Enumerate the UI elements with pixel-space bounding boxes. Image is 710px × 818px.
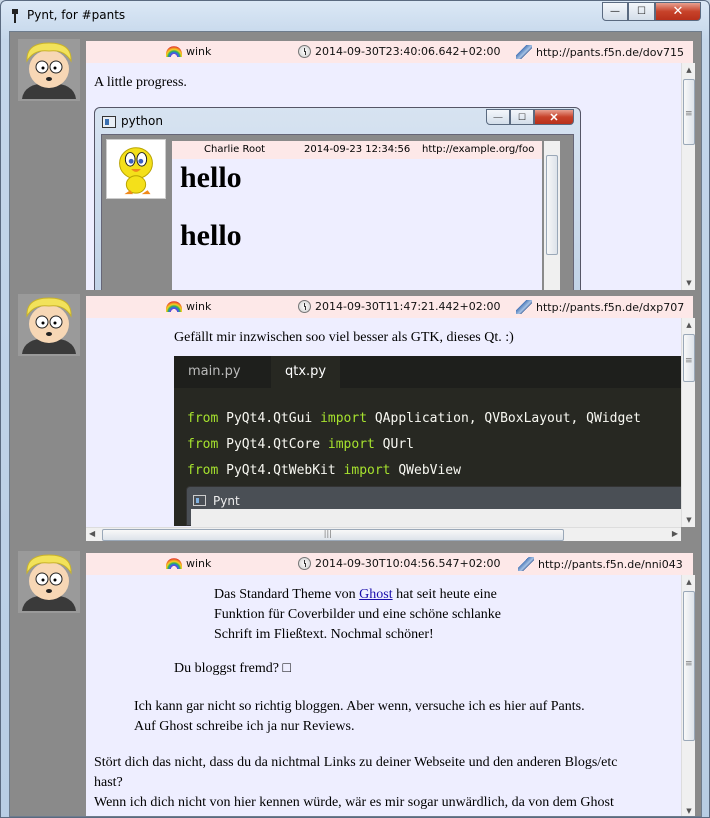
feather-icon [516, 300, 532, 314]
embedded-scrollbar [544, 141, 560, 290]
post-link[interactable]: http://pants.f5n.de/dxp707 [516, 300, 684, 314]
embedded-url: http://example.org/foo [422, 144, 535, 155]
hello-heading: hello [180, 219, 242, 252]
scroll-thumb[interactable] [683, 79, 695, 145]
avatar[interactable] [18, 39, 80, 101]
code-line: from PyQt4.QtCore import QUrl [187, 437, 414, 452]
post-text: Stört dich das nicht, dass du da nichtma… [94, 755, 618, 810]
close-button[interactable]: ✕ [655, 2, 701, 21]
post-url: http://pants.f5n.de/nni043 [538, 557, 683, 571]
embedded-author: Charlie Root [204, 144, 266, 155]
embedded-content: hello hello [172, 159, 542, 290]
author[interactable]: wink [166, 557, 211, 570]
post-url: http://pants.f5n.de/dov715 [536, 45, 684, 59]
ghost-link[interactable]: Ghost [359, 587, 392, 602]
author[interactable]: wink [166, 300, 211, 313]
inner-window: Pynt [186, 486, 681, 527]
embedded-timestamp: 2014-09-23 12:34:56 [304, 144, 411, 155]
embedded-client: Charlie Root 2014-09-23 12:34:56 http://… [101, 134, 574, 290]
maximize-icon: ☐ [510, 109, 534, 125]
timestamp-text: 2014-09-30T23:40:06.642+02:00 [315, 45, 501, 58]
scroll-left-icon[interactable]: ◀ [89, 529, 95, 538]
embedded-post-header: Charlie Root 2014-09-23 12:34:56 http://… [172, 141, 542, 159]
minimize-button[interactable]: — [602, 2, 628, 21]
main-window: Pynt, for #pants — ☐ ✕ wink 2014-09-30T2… [0, 0, 710, 818]
author-name: wink [186, 557, 212, 570]
post-content: Gefällt mir inzwischen soo viel besser a… [86, 318, 681, 527]
post-link[interactable]: http://pants.f5n.de/dov715 [516, 45, 684, 59]
blockquote-3: Ich kann gar nicht so richtig bloggen. A… [134, 699, 585, 734]
close-icon: ✕ [534, 109, 574, 125]
post-content: Das Standard Theme von Ghost hat seit he… [86, 575, 681, 816]
post-url: http://pants.f5n.de/dxp707 [536, 300, 685, 314]
window-title: Pynt, for #pants [27, 8, 126, 22]
clock-icon [298, 557, 311, 570]
code-line: from PyQt4.QtGui import QApplication, QV… [187, 411, 641, 426]
post-header: wink 2014-09-30T10:04:56.547+02:00 http:… [86, 553, 693, 575]
author[interactable]: wink [166, 45, 211, 58]
post-text: A little progress. [94, 75, 187, 90]
code-screenshot: main.py qtx.py from PyQt4.QtGui import Q… [174, 356, 681, 527]
feather-icon [516, 45, 532, 59]
horizontal-scrollbar[interactable]: ◀ ▶ [86, 527, 681, 541]
avatar[interactable] [18, 294, 80, 356]
app-icon [11, 9, 19, 23]
author-name: wink [186, 300, 212, 313]
scroll-thumb[interactable] [102, 529, 564, 541]
avatar[interactable] [18, 551, 80, 613]
clock-icon [298, 300, 311, 313]
rainbow-icon [166, 301, 182, 312]
maximize-button[interactable]: ☐ [628, 2, 655, 21]
timestamp: 2014-09-30T23:40:06.642+02:00 [298, 45, 500, 58]
timestamp-text: 2014-09-30T11:47:21.442+02:00 [315, 300, 501, 313]
minimize-icon: — [486, 109, 510, 125]
hello-heading: hello [180, 161, 242, 194]
tweety-avatar [106, 139, 166, 199]
blockquote-2: Du bloggst fremd? □ [174, 661, 291, 676]
scroll-up-icon[interactable]: ▲ [684, 577, 694, 587]
post-link[interactable]: http://pants.f5n.de/nni043 [518, 557, 683, 571]
vertical-scrollbar[interactable]: ▲ ▼ [681, 318, 695, 527]
embedded-screenshot: python — ☐ ✕ Charlie Root 2014-09-23 12:… [94, 107, 581, 290]
scroll-up-icon[interactable]: ▲ [684, 65, 694, 75]
post-2: wink 2014-09-30T11:47:21.442+02:00 http:… [10, 287, 701, 544]
title-bar[interactable]: Pynt, for #pants — ☐ ✕ [1, 1, 709, 31]
author-name: wink [186, 45, 212, 58]
timestamp: 2014-09-30T10:04:56.547+02:00 [298, 557, 500, 570]
feather-icon [518, 557, 534, 571]
app-icon [102, 116, 116, 128]
rainbow-icon [166, 558, 182, 569]
post-header: wink 2014-09-30T11:47:21.442+02:00 http:… [86, 296, 693, 318]
scroll-right-icon[interactable]: ▶ [672, 529, 678, 538]
rainbow-icon [166, 46, 182, 57]
blockquote-1: Das Standard Theme von Ghost hat seit he… [214, 587, 501, 642]
post-1: wink 2014-09-30T23:40:06.642+02:00 http:… [10, 32, 701, 290]
embedded-window-title: python [121, 114, 163, 128]
post-3: wink 2014-09-30T10:04:56.547+02:00 http:… [10, 544, 701, 816]
vertical-scrollbar[interactable]: ▲ ▼ [681, 575, 695, 816]
scroll-down-icon[interactable]: ▼ [684, 515, 694, 525]
timestamp: 2014-09-30T11:47:21.442+02:00 [298, 300, 500, 313]
app-icon [193, 495, 206, 506]
post-list: wink 2014-09-30T23:40:06.642+02:00 http:… [9, 31, 702, 817]
scroll-thumb[interactable] [683, 334, 695, 382]
scroll-thumb[interactable] [683, 591, 695, 741]
code-line: from PyQt4.QtWebKit import QWebView [187, 463, 461, 478]
tab-main-py: main.py [188, 364, 241, 379]
post-text: Gefällt mir inzwischen soo viel besser a… [174, 330, 514, 345]
scroll-down-icon[interactable]: ▼ [684, 806, 694, 816]
post-content: A little progress. python — ☐ ✕ Charlie … [86, 63, 681, 290]
editor-tabs: main.py qtx.py [174, 356, 681, 388]
post-header: wink 2014-09-30T23:40:06.642+02:00 http:… [86, 41, 693, 63]
clock-icon [298, 45, 311, 58]
inner-window-title: Pynt [213, 494, 240, 508]
scroll-up-icon[interactable]: ▲ [684, 320, 694, 330]
timestamp-text: 2014-09-30T10:04:56.547+02:00 [315, 557, 501, 570]
tab-qtx-py: qtx.py [271, 356, 341, 388]
vertical-scrollbar[interactable]: ▲ ▼ [681, 63, 695, 290]
